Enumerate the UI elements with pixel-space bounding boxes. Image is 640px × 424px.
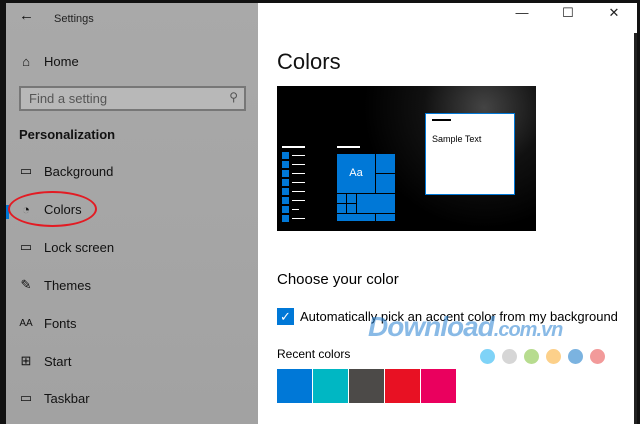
watermark-logo: Download.com.vn — [368, 311, 563, 342]
preview-list-tile — [282, 206, 289, 213]
preview-list-tile — [282, 179, 289, 186]
preview-list-line — [292, 164, 305, 165]
search-input[interactable]: Find a setting ⚲ — [19, 86, 246, 111]
preview-list-line — [292, 191, 305, 192]
item-label: Start — [44, 353, 72, 369]
search-placeholder: Find a setting — [29, 91, 108, 106]
back-arrow-icon[interactable]: ← — [19, 7, 34, 24]
preview-list-line — [292, 155, 305, 156]
item-label: Background — [44, 163, 114, 179]
preview-tile — [337, 204, 346, 213]
sidebar-item-lock-screen[interactable]: ▭ Lock screen — [6, 232, 258, 262]
preview-list-line — [292, 200, 305, 201]
home-label: Home — [44, 53, 79, 69]
sidebar-item-colors[interactable]: ◔ Colors — [6, 194, 258, 224]
preview-list-line — [292, 218, 305, 219]
fonts-icon: AA — [19, 317, 33, 329]
color-swatch[interactable] — [313, 369, 348, 403]
preview-list-tile — [282, 197, 289, 204]
item-label: Lock screen — [44, 239, 115, 255]
sidebar-item-home[interactable]: ⌂ Home — [6, 46, 258, 76]
preview-tile — [337, 194, 346, 203]
watermark-dot — [590, 349, 605, 364]
choose-color-heading: Choose your color — [277, 271, 399, 288]
maximize-button[interactable]: ☐ — [545, 5, 591, 21]
sidebar-item-background[interactable]: ▭ Background — [6, 156, 258, 186]
sidebar: ← Settings ⌂ Home Find a setting ⚲ Persona… — [6, 3, 258, 424]
preview-tile — [347, 204, 356, 213]
lock-screen-icon: ▭ — [19, 239, 33, 254]
sidebar-item-themes[interactable]: ✎ Themes — [6, 270, 258, 300]
item-label: Themes — [44, 277, 91, 293]
preview-list-line — [292, 209, 299, 210]
recent-colors-label: Recent colors — [277, 347, 351, 361]
page-title: Colors — [277, 49, 341, 74]
preview-tile — [347, 194, 356, 203]
palette-icon: ◔ — [22, 201, 30, 217]
item-label: Colors — [44, 201, 82, 217]
window-title: Settings — [54, 13, 94, 25]
preview-list-tile — [282, 152, 289, 159]
preview-tile — [376, 154, 395, 173]
preview-tiles-bar — [337, 146, 360, 148]
color-swatch[interactable] — [277, 369, 312, 403]
watermark-dot — [480, 349, 495, 364]
preview-window: Sample Text — [425, 113, 515, 195]
preview-list-tile — [282, 188, 289, 195]
preview-list-line — [292, 173, 305, 174]
item-label: Fonts — [44, 315, 77, 331]
color-swatch[interactable] — [349, 369, 384, 403]
preview-tile — [376, 174, 395, 193]
preview-tile — [376, 214, 395, 221]
close-button[interactable]: ✕ — [591, 5, 637, 21]
content-pane: — ☐ ✕ Colors Aa Sample Text Choose your … — [258, 3, 637, 424]
preview-tile-large: Aa — [337, 154, 375, 193]
color-swatch[interactable] — [385, 369, 420, 403]
search-icon[interactable]: ⚲ — [229, 90, 238, 104]
start-icon: ⊞ — [20, 353, 32, 368]
item-label: Taskbar — [44, 390, 90, 406]
watermark-dot — [546, 349, 561, 364]
preview-tile — [357, 194, 395, 213]
preview-menu-bar — [282, 146, 305, 148]
scrollbar[interactable] — [634, 33, 637, 424]
color-swatch[interactable] — [421, 369, 456, 403]
color-preview: Aa Sample Text — [277, 86, 536, 231]
minimize-button[interactable]: — — [499, 5, 545, 20]
sidebar-item-start[interactable]: ⊞ Start — [6, 346, 258, 376]
preview-list-line — [292, 182, 305, 183]
preview-list-tile — [282, 161, 289, 168]
taskbar-icon: ▭ — [19, 390, 33, 405]
home-icon: ⌂ — [22, 53, 30, 69]
sidebar-item-taskbar[interactable]: ▭ Taskbar — [6, 383, 258, 413]
brush-icon: ✎ — [20, 277, 32, 292]
preview-list-tile — [282, 215, 289, 222]
preview-list-tile — [282, 170, 289, 177]
watermark-dot — [502, 349, 517, 364]
image-icon: ▭ — [19, 163, 33, 178]
auto-pick-checkbox[interactable]: ✓ — [277, 308, 294, 325]
watermark-dot — [524, 349, 539, 364]
preview-tile — [337, 214, 375, 221]
settings-window: ← Settings ⌂ Home Find a setting ⚲ Persona… — [6, 3, 637, 424]
sidebar-item-fonts[interactable]: AA Fonts — [6, 308, 258, 338]
section-heading: Personalization — [19, 127, 116, 142]
watermark-dot — [568, 349, 583, 364]
